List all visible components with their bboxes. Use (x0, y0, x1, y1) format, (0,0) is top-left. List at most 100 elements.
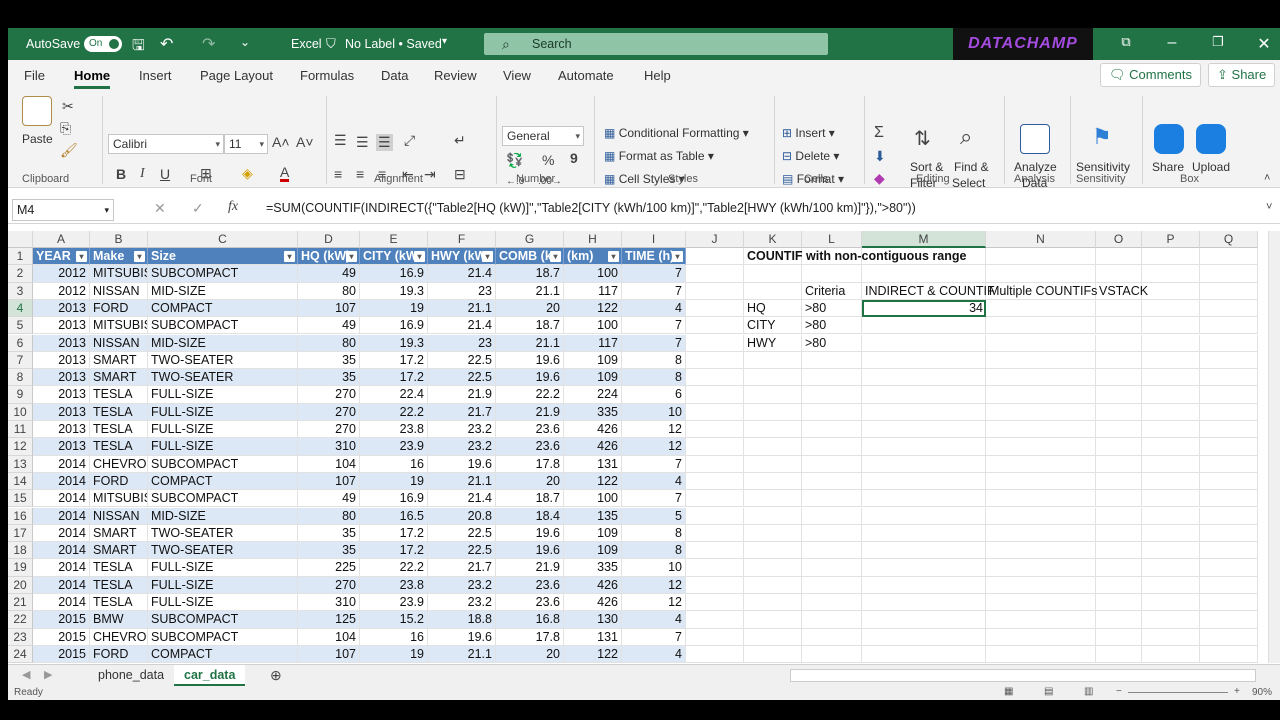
criteria-value[interactable]: >80 (802, 335, 862, 352)
tab-file[interactable]: File (24, 68, 45, 83)
sort-filter-icon[interactable]: ⇅ (914, 126, 931, 151)
empty-cell[interactable] (1142, 438, 1200, 456)
table-cell[interactable]: 20 (496, 299, 564, 318)
table-cell[interactable]: 107 (298, 645, 360, 664)
empty-cell[interactable] (862, 576, 986, 594)
cut-icon[interactable]: ✂ (62, 98, 74, 115)
table-cell[interactable]: FORD (90, 299, 148, 318)
row-header[interactable]: 19 (8, 559, 33, 577)
maximize-icon[interactable]: ❐ (1208, 34, 1228, 50)
table-cell[interactable]: 49 (298, 490, 360, 508)
table-cell[interactable]: 23 (428, 334, 496, 352)
font-family-select[interactable]: Calibri ▾ (108, 134, 224, 154)
italic-button[interactable]: I (140, 166, 145, 182)
table-cell[interactable]: 21.9 (428, 386, 496, 404)
row-header[interactable]: 17 (8, 524, 33, 543)
orientation-icon[interactable]: ⤢ (404, 132, 415, 149)
row-header[interactable]: 7 (8, 351, 33, 370)
row-header[interactable]: 4 (8, 299, 33, 318)
empty-cell[interactable] (986, 248, 1096, 266)
empty-cell[interactable] (744, 524, 802, 543)
empty-cell[interactable] (686, 645, 744, 664)
empty-cell[interactable] (1096, 472, 1142, 491)
table-cell[interactable]: 2014 (33, 559, 90, 577)
empty-cell[interactable] (1200, 282, 1258, 300)
empty-cell[interactable] (1096, 645, 1142, 664)
table-cell[interactable]: 426 (564, 576, 622, 594)
find-select-label-2[interactable]: Select (952, 176, 985, 190)
table-cell[interactable]: 22.5 (428, 351, 496, 370)
empty-cell[interactable] (986, 421, 1096, 439)
table-cell[interactable]: 335 (564, 559, 622, 577)
empty-cell[interactable] (802, 386, 862, 404)
table-cell[interactable]: SMART (90, 524, 148, 543)
table-cell[interactable]: MID-SIZE (148, 507, 298, 525)
table-cell[interactable]: 21.4 (428, 265, 496, 283)
table-cell[interactable]: 426 (564, 421, 622, 439)
empty-cell[interactable] (986, 628, 1096, 646)
table-cell[interactable]: 23.8 (360, 576, 428, 594)
table-cell[interactable]: 2013 (33, 403, 90, 421)
sensitivity-button[interactable]: Sensitivity (1076, 160, 1130, 174)
column-header[interactable]: M (862, 231, 986, 248)
section-title[interactable]: COUNTIF with non-contiguous range (744, 248, 984, 265)
table-cell[interactable]: 109 (564, 524, 622, 543)
paste-button[interactable]: Paste (22, 132, 53, 146)
table-cell[interactable]: SUBCOMPACT (148, 265, 298, 283)
table-cell[interactable]: 2014 (33, 455, 90, 473)
table-cell[interactable]: 8 (622, 369, 686, 387)
empty-cell[interactable] (686, 490, 744, 508)
table-cell[interactable]: FULL-SIZE (148, 576, 298, 594)
table-cell[interactable]: 16.9 (360, 317, 428, 335)
tab-home[interactable]: Home (74, 68, 111, 89)
tab-page-layout[interactable]: Page Layout (200, 68, 273, 83)
column-header[interactable]: O (1096, 231, 1142, 248)
empty-cell[interactable] (1142, 611, 1200, 629)
empty-cell[interactable] (1096, 369, 1142, 387)
empty-cell[interactable] (986, 455, 1096, 473)
table-cell[interactable]: 4 (622, 645, 686, 664)
empty-cell[interactable] (1142, 490, 1200, 508)
column-header[interactable]: D (298, 231, 360, 248)
table-cell[interactable]: 23.6 (496, 438, 564, 456)
table-cell[interactable]: SUBCOMPACT (148, 490, 298, 508)
table-cell[interactable]: 23.8 (360, 421, 428, 439)
underline-button[interactable]: U (160, 166, 170, 182)
table-cell[interactable]: 49 (298, 317, 360, 335)
table-cell[interactable]: 109 (564, 542, 622, 560)
select-all-corner[interactable] (8, 231, 33, 248)
table-cell[interactable]: 22.5 (428, 369, 496, 387)
table-cell[interactable]: TWO-SEATER (148, 351, 298, 370)
table-cell[interactable]: 21.1 (496, 334, 564, 352)
table-cell[interactable]: MITSUBISHI (90, 265, 148, 283)
column-header[interactable]: P (1142, 231, 1200, 248)
empty-cell[interactable] (686, 472, 744, 491)
row-header[interactable]: 9 (8, 386, 33, 404)
zoom-out-icon[interactable]: − (1116, 686, 1122, 697)
table-cell[interactable]: 130 (564, 611, 622, 629)
row-header[interactable]: 1 (8, 248, 33, 266)
row-header[interactable]: 6 (8, 334, 33, 352)
collapse-ribbon-icon[interactable]: ˄ (1264, 172, 1270, 184)
table-cell[interactable]: 8 (622, 351, 686, 370)
percent-icon[interactable]: % (542, 152, 554, 168)
table-cell[interactable]: 18.7 (496, 490, 564, 508)
row-header[interactable]: 20 (8, 576, 33, 594)
empty-cell[interactable] (686, 628, 744, 646)
empty-cell[interactable] (1200, 559, 1258, 577)
empty-cell[interactable] (986, 507, 1096, 525)
tab-formulas[interactable]: Formulas (300, 68, 354, 83)
empty-cell[interactable] (1096, 628, 1142, 646)
page-break-icon[interactable]: ▥ (1084, 686, 1093, 697)
table-cell[interactable]: 16 (360, 455, 428, 473)
criteria-label[interactable]: HWY (744, 335, 802, 352)
column-header[interactable]: B (90, 231, 148, 248)
empty-cell[interactable] (686, 594, 744, 612)
row-header[interactable]: 5 (8, 317, 33, 335)
empty-cell[interactable] (1200, 455, 1258, 473)
empty-cell[interactable] (986, 334, 1096, 352)
empty-cell[interactable] (1200, 490, 1258, 508)
empty-cell[interactable] (744, 611, 802, 629)
table-cell[interactable]: NISSAN (90, 507, 148, 525)
empty-cell[interactable] (862, 438, 986, 456)
